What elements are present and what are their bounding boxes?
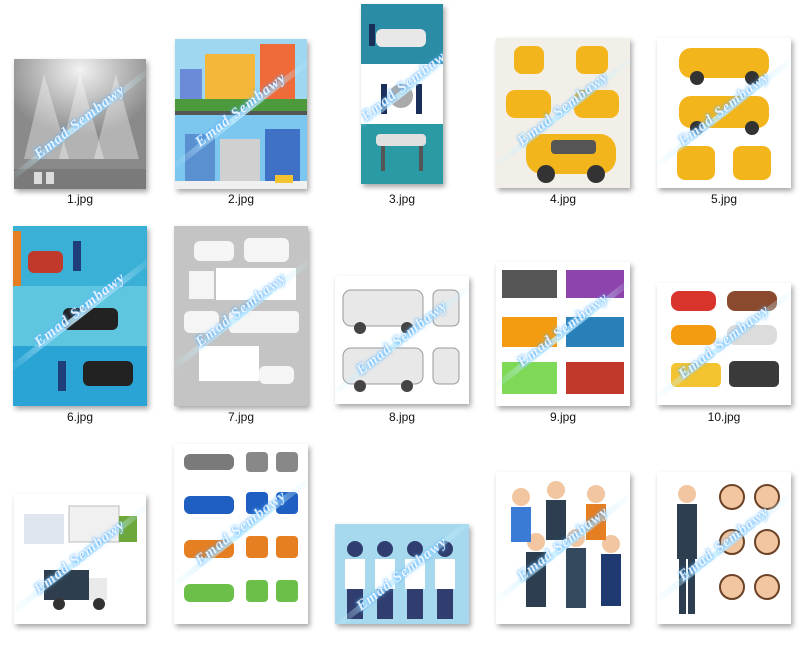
file-item-11[interactable]: Emad Sembawy (0, 436, 160, 650)
yellow-cars-thumbnail: Emad Sembawy (657, 38, 791, 188)
file-name: 6.jpg (66, 410, 94, 424)
file-name: 4.jpg (549, 192, 577, 206)
car-service-thumbnail: Emad Sembawy (361, 4, 443, 184)
file-item-13[interactable]: Emad Sembawy (322, 436, 482, 650)
file-item-9[interactable]: Emad Sembawy 9.jpg (483, 218, 643, 432)
businessman-faces-thumbnail: Emad Sembawy (657, 472, 791, 624)
empty-room-thumbnail: Emad Sembawy (14, 59, 146, 189)
file-item-14[interactable]: Emad Sembawy (483, 436, 643, 650)
file-item-2[interactable]: Emad Sembawy 2.jpg (161, 0, 321, 214)
city-buildings-thumbnail: Emad Sembawy (175, 39, 307, 189)
file-name: 5.jpg (710, 192, 738, 206)
file-item-7[interactable]: Emad Sembawy 7.jpg (161, 218, 321, 432)
colored-trucks-thumbnail: Emad Sembawy (496, 262, 630, 406)
file-name: 9.jpg (549, 410, 577, 424)
white-vehicles-thumbnail: Emad Sembawy (174, 226, 308, 406)
file-item-4[interactable]: Emad Sembawy 4.jpg (483, 0, 643, 214)
file-name: 8.jpg (388, 410, 416, 424)
file-item-12[interactable]: Emad Sembawy (161, 436, 321, 650)
file-name: 2.jpg (227, 192, 255, 206)
file-item-15[interactable]: Emad Sembawy (644, 436, 804, 650)
businessmen-thumbnail: Emad Sembawy (335, 524, 469, 624)
file-name: 10.jpg (707, 410, 741, 424)
file-name: 3.jpg (388, 192, 416, 206)
file-item-10[interactable]: Emad Sembawy 10.jpg (644, 218, 804, 432)
delivery-trucks-thumbnail: Emad Sembawy (14, 494, 146, 624)
file-item-6[interactable]: Emad Sembawy 6.jpg (0, 218, 160, 432)
white-van-thumbnail: Emad Sembawy (335, 276, 469, 404)
car-repair-thumbnail: Emad Sembawy (13, 226, 147, 406)
file-name: 1.jpg (66, 192, 94, 206)
file-item-1[interactable]: Emad Sembawy 1.jpg (0, 0, 160, 214)
colored-cars-thumbnail: Emad Sembawy (657, 283, 791, 405)
business-people-thumbnail: Emad Sembawy (496, 472, 630, 624)
file-item-5[interactable]: Emad Sembawy 5.jpg (644, 0, 804, 214)
file-item-3[interactable]: Emad Sembawy 3.jpg (322, 0, 482, 214)
yellow-cars-thumbnail: Emad Sembawy (496, 38, 630, 188)
thumbnail-grid: Emad Sembawy 1.jpg Emad Sembawy 2.jpg Em… (0, 0, 808, 632)
colored-cars-grid-thumbnail: Emad Sembawy (174, 444, 308, 624)
file-item-8[interactable]: Emad Sembawy 8.jpg (322, 218, 482, 432)
file-name: 7.jpg (227, 410, 255, 424)
